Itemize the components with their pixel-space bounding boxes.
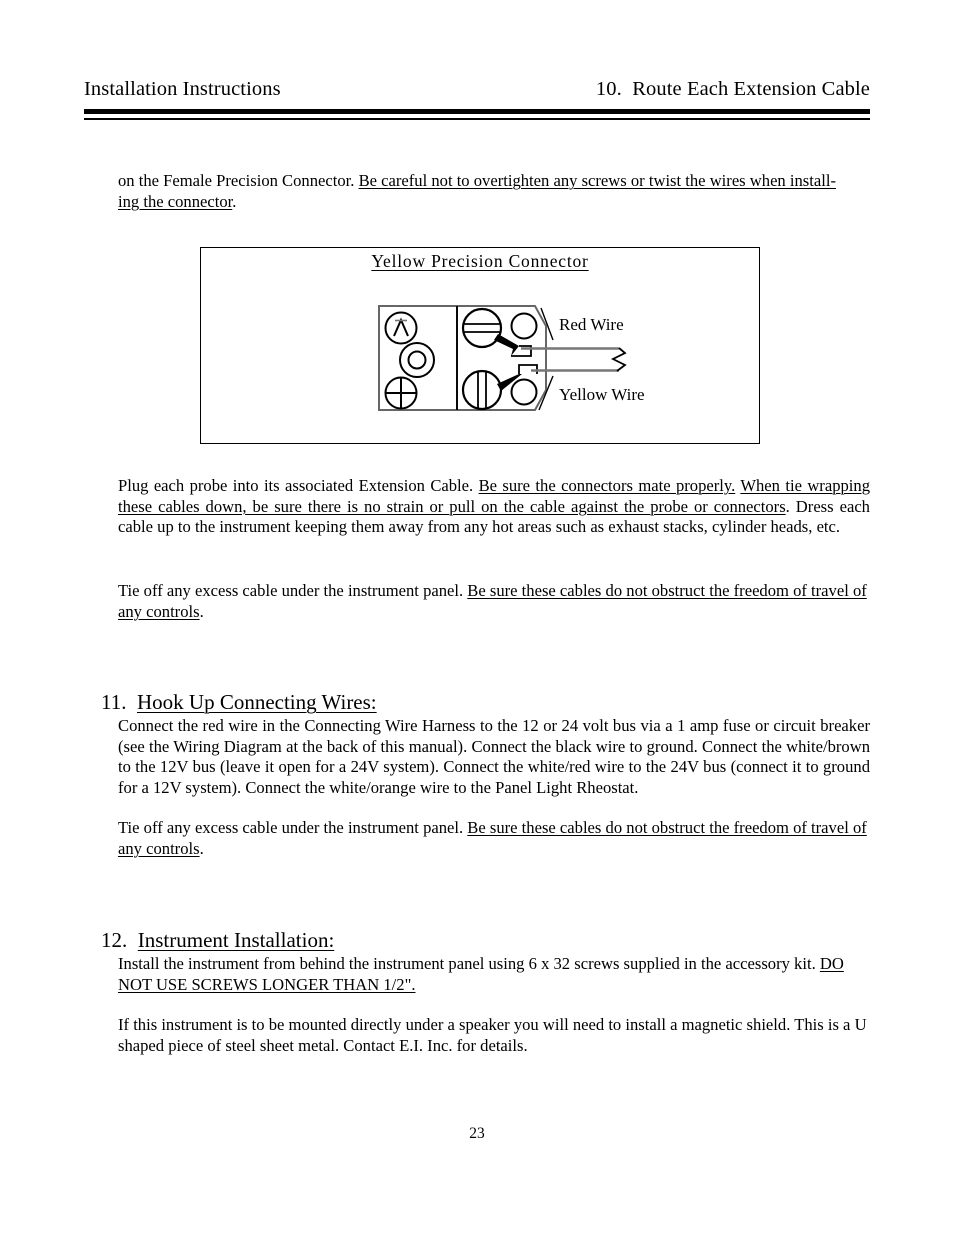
pin-socket-icon [399, 342, 435, 378]
page-number: 23 [469, 1125, 485, 1142]
header-left-title: Installation Instructions [84, 78, 281, 100]
probe-plain-lead: Plug each probe into its associated Exte… [118, 476, 479, 495]
tieoff2-period: . [199, 838, 204, 858]
paragraph-tie-off-excess-2: Tie off any excess cable under the instr… [118, 818, 870, 859]
intro-plain-text: on the Female Precision Connector. [118, 171, 359, 190]
section-12-number: 12. [101, 928, 128, 952]
section-12-title: Instrument Installation: [137, 928, 335, 952]
paragraph-hook-up-wires: Connect the red wire in the Connecting W… [118, 716, 870, 797]
connector-right-block [456, 305, 547, 411]
empty-terminal-bottom-icon [510, 378, 538, 406]
section-11-number: 11. [101, 690, 127, 714]
connector-drawing: Red Wire Yellow Wire [378, 305, 645, 411]
empty-terminal-top-icon [510, 312, 538, 340]
figure-label-red-wire: Red Wire [559, 315, 624, 334]
install-plain: Install the instrument from behind the i… [118, 954, 820, 973]
tieoff1-period: . [199, 601, 204, 621]
screw-terminal-bottom-icon [461, 369, 503, 411]
header-rule-thick [84, 109, 870, 114]
document-page: Installation Instructions 10. Route Each… [0, 0, 954, 1235]
keyway-icon [384, 311, 418, 345]
intro-underlined-line2: ing the connector [118, 191, 233, 211]
paragraph-plug-each-probe: Plug each probe into its associated Exte… [118, 476, 870, 538]
paragraph-magnetic-shield: If this instrument is to be mounted dire… [118, 1015, 867, 1055]
screw-terminal-top-icon [461, 307, 503, 349]
paragraph-tie-off-excess-1: Tie off any excess cable under the instr… [118, 581, 870, 622]
running-header: Installation Instructions 10. Route Each… [84, 78, 870, 101]
tieoff1-plain: Tie off any excess cable under the instr… [118, 581, 468, 600]
figure-yellow-precision-connector: Yellow Precision Connector Red Wire Yell… [200, 247, 760, 444]
probe-underlined-mate: Be sure the connectors mate properly. [478, 476, 736, 495]
intro-underlined-line1: Be careful not to overtighten any screws… [358, 171, 836, 190]
section-11-title: Hook Up Connecting Wires: [136, 690, 377, 714]
paragraph-instrument-install: Install the instrument from behind the i… [118, 954, 870, 995]
connector-left-block [378, 305, 458, 411]
figure-label-yellow-wire: Yellow Wire [559, 385, 645, 404]
tieoff2-plain: Tie off any excess cable under the instr… [118, 818, 468, 837]
header-rule-thin [84, 118, 870, 120]
header-right-title: 10. Route Each Extension Cable [595, 78, 870, 100]
paragraph-connector-intro: on the Female Precision Connector. Be ca… [118, 171, 870, 212]
intro-period: . [232, 191, 237, 211]
crosshair-icon [384, 376, 418, 410]
